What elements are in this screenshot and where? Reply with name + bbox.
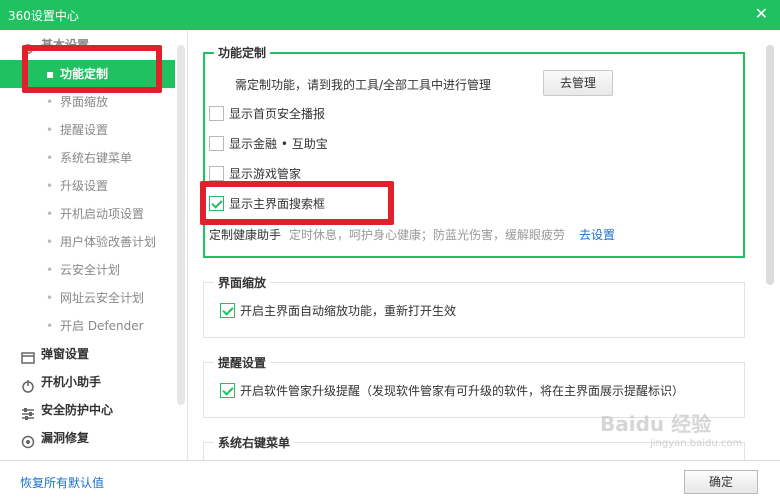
sidebar-item[interactable]: • 用户体验改善计划 [0,228,175,256]
sidebar-item[interactable]: • 升级设置 [0,172,175,200]
checkbox-label: 显示首页安全播报 [229,107,326,121]
bottom-bar: 恢复所有默认值 确定 [0,460,780,500]
sidebar-group-basic[interactable]: 基本设置 [0,31,175,59]
checkbox-label: 开启主界面自动缩放功能，重新打开生效 [240,304,457,318]
sidebar-group-label: 基本设置 [41,38,90,52]
window-title: 360设置中心 [8,9,79,23]
sidebar-item[interactable]: • 系统右键菜单 [0,144,175,172]
checkbox-label: 显示主界面搜索框 [229,197,326,211]
zoom-section: 开启主界面自动缩放功能，重新打开生效 [203,282,745,338]
section-title: 界面缩放 [214,274,271,291]
power-icon [21,375,35,393]
section-title: 功能定制 [214,44,271,61]
health-assistant-label: 定制健康助手 [209,228,282,242]
sidebar-item-custom[interactable]: ▪ 功能定制 [0,60,175,88]
gear-icon [21,38,35,54]
watermark: Baidu 经验 [600,412,712,436]
section-title: 提醒设置 [214,354,271,371]
manage-button[interactable]: 去管理 [543,70,613,96]
checkbox-label: 显示金融 • 互助宝 [229,137,328,151]
sidebar-scrollbar[interactable] [177,45,185,405]
custom-section: 需定制功能，请到我的工具/全部工具中进行管理 去管理 显示首页安全播报 显示金融… [203,52,745,258]
checkbox-home-broadcast[interactable] [209,106,224,121]
checkbox-label: 显示游戏管家 [229,167,302,181]
sidebar-group-protect[interactable]: 安全防护中心 [0,396,175,424]
sidebar-group-vuln[interactable]: 漏洞修复 [0,424,175,452]
section-title: 系统右键菜单 [214,434,295,451]
health-assistant-desc: 定时休息，呵护身心健康；防蓝光伤害，缓解眼疲劳 [289,228,566,242]
sidebar-item[interactable]: • 提醒设置 [0,116,175,144]
checkbox-auto-zoom[interactable] [220,303,235,318]
sidebar-item[interactable]: • 开启 Defender [0,312,175,340]
title-bar: 360设置中心 ✕ [0,0,780,30]
main-panel: 需定制功能，请到我的工具/全部工具中进行管理 去管理 显示首页安全播报 显示金融… [189,30,780,460]
checkbox-search-box[interactable] [209,196,224,211]
checkbox-label: 开启软件管家升级提醒（发现软件管家有可升级的软件，将在主界面展示提醒标识） [240,384,685,398]
restore-defaults-link[interactable]: 恢复所有默认值 [20,474,104,491]
sidebar-item[interactable]: • 云安全计划 [0,256,175,284]
health-settings-link[interactable]: 去设置 [579,226,615,243]
custom-desc: 需定制功能，请到我的工具/全部工具中进行管理 [235,78,492,92]
sliders-icon [21,403,35,420]
sidebar-item[interactable]: • 界面缩放 [0,88,175,116]
target-icon [21,431,35,449]
checkbox-upgrade-remind[interactable] [220,383,235,398]
sidebar-item[interactable]: • 网址云安全计划 [0,284,175,312]
sidebar: 基本设置 ▪ 功能定制 • 界面缩放 • 提醒设置 • 系统右键菜单 • 升级设置 • 开… [0,30,188,460]
ok-button[interactable]: 确定 [684,470,758,494]
sidebar-item[interactable]: • 开机启动项设置 [0,200,175,228]
close-icon[interactable]: ✕ [755,4,768,23]
checkbox-finance[interactable] [209,136,224,151]
sidebar-item-label: 功能定制 [60,67,109,81]
checkbox-game-manager[interactable] [209,166,224,181]
sidebar-group-popup[interactable]: 弹窗设置 [0,340,175,368]
window-icon [21,347,35,364]
main-scrollbar[interactable] [766,45,774,285]
watermark-sub: jingyan.baidu.com [650,438,743,449]
sidebar-group-boot[interactable]: 开机小助手 [0,368,175,396]
